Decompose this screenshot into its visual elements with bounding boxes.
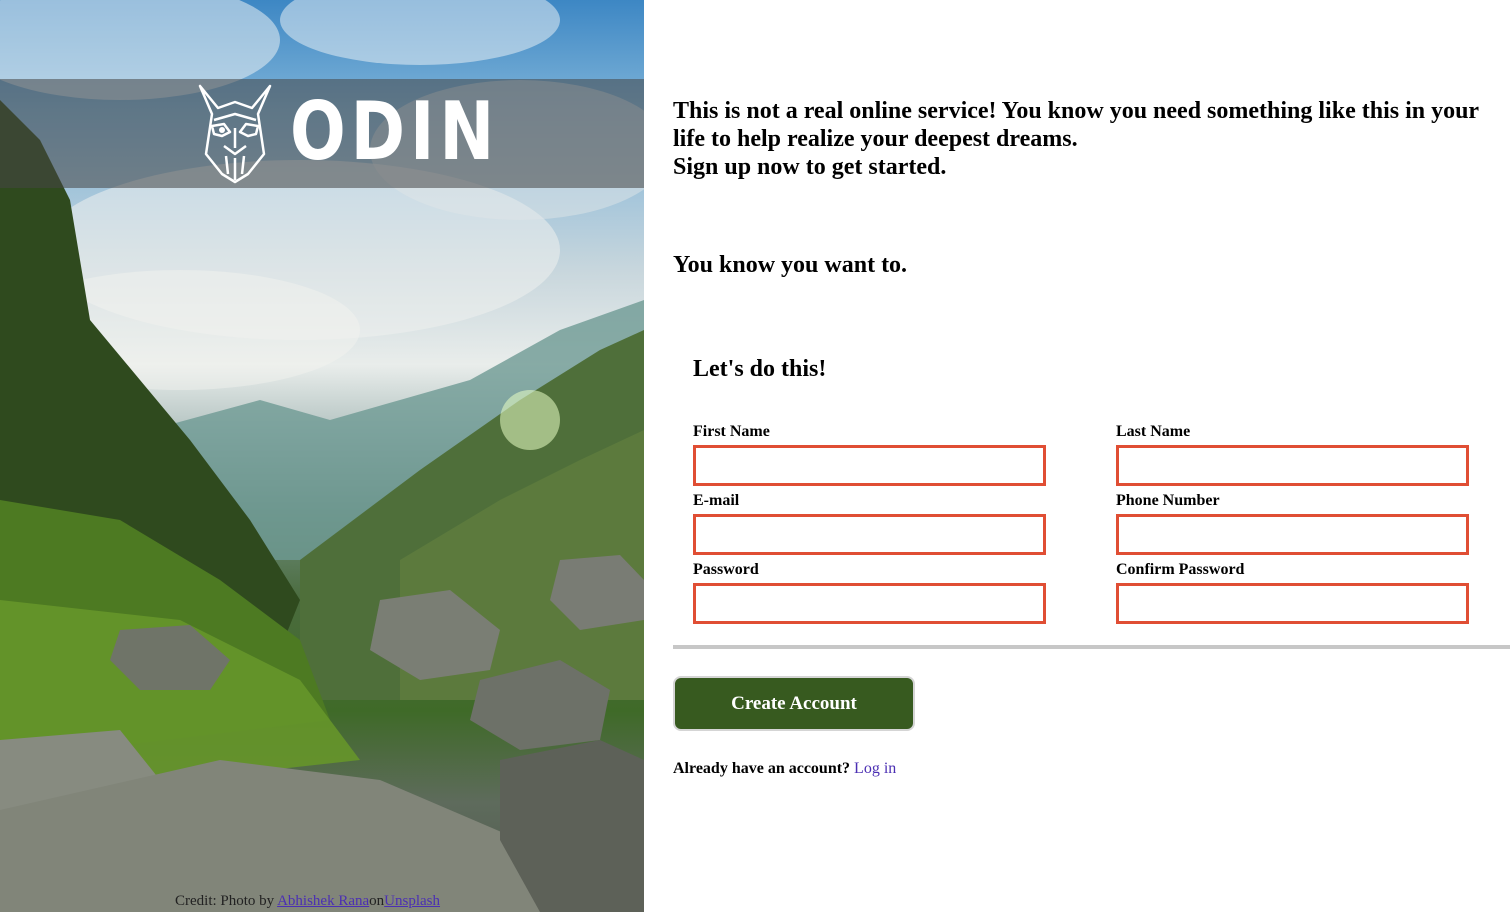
last-name-label: Last Name [1116,423,1191,440]
confirm-password-label: Confirm Password [1116,561,1245,578]
hero-panel: ODIN Credit: Photo by Abhishek RanaonUns… [0,0,644,912]
signup-form: Let's do this! First Name Last Name E-ma… [673,355,1510,624]
email-input[interactable] [693,514,1046,555]
email-group: E-mail [693,492,1046,555]
photo-author-link[interactable]: Abhishek Rana [277,893,369,909]
signup-page: ODIN Credit: Photo by Abhishek RanaonUns… [0,0,1510,912]
viking-helmet-icon [198,84,272,184]
phone-input[interactable] [1116,514,1469,555]
phone-group: Phone Number [1116,492,1469,555]
confirm-password-group: Confirm Password [1116,561,1469,624]
tagline: You know you want to. [673,252,908,278]
intro-text: This is not a real online service! You k… [673,97,1483,181]
password-input[interactable] [693,583,1046,624]
last-name-group: Last Name [1116,423,1469,486]
intro-line-2: Sign up now to get started. [673,154,947,180]
login-prompt: Already have an account? Log in [673,760,896,778]
confirm-password-input[interactable] [1116,583,1469,624]
intro-line-1: This is not a real online service! You k… [673,98,1479,152]
login-prompt-text: Already have an account? [673,760,851,777]
photo-credit-separator: on [369,893,385,909]
photo-credit-prefix: Credit: Photo by [175,893,278,909]
login-link[interactable]: Log in [854,760,896,777]
first-name-group: First Name [693,423,1046,486]
phone-label: Phone Number [1116,492,1220,509]
first-name-label: First Name [693,423,770,440]
password-group: Password [693,561,1046,624]
form-divider [673,645,1510,649]
brand-name: ODIN [290,85,500,178]
last-name-input[interactable] [1116,445,1469,486]
form-title: Let's do this! [693,356,827,382]
email-label: E-mail [693,492,740,509]
create-account-button[interactable]: Create Account [673,676,915,731]
photo-credit: Credit: Photo by Abhishek RanaonUnsplash [175,893,440,910]
password-label: Password [693,561,759,578]
signup-content: This is not a real online service! You k… [644,0,1510,912]
first-name-input[interactable] [693,445,1046,486]
photo-source-link[interactable]: Unsplash [384,893,440,909]
